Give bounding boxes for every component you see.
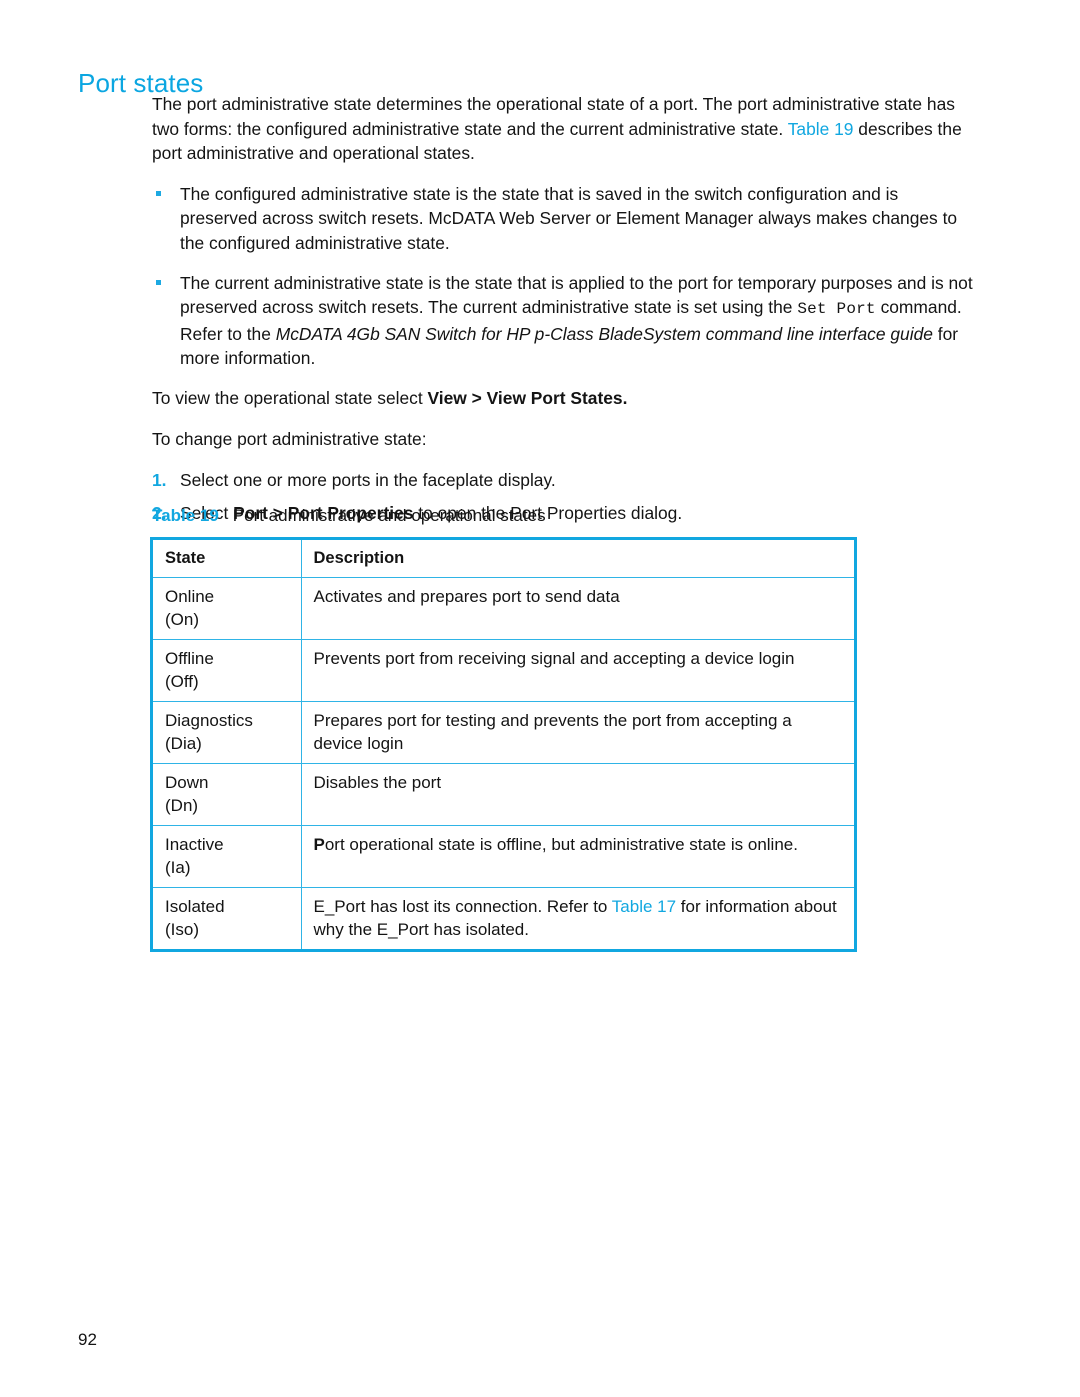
table-caption: Table 19 Port administrative and operatio… (152, 506, 546, 526)
list-item: 1. Select one or more ports in the facep… (152, 467, 980, 494)
intro-paragraph: The port administrative state determines… (152, 92, 980, 166)
port-states-table-wrapper: State Description Online (On) Activates … (150, 537, 857, 952)
cell-state: Down (Dn) (153, 763, 302, 826)
cell-state: Diagnostics (Dia) (153, 701, 302, 764)
set-port-command-code: Set Port (797, 300, 876, 319)
table-19-reference-link[interactable]: Table 19 (788, 119, 854, 139)
change-state-intro: To change port administrative state: (152, 428, 427, 449)
bullet-icon (156, 190, 161, 196)
table-17-reference-link[interactable]: Table 17 (612, 897, 676, 916)
table-row: Offline (Off) Prevents port from receivi… (153, 639, 854, 702)
table-header-row: State Description (153, 540, 854, 578)
view-state-instruction: To view the operational state select Vie… (152, 386, 980, 411)
document-page: Port states The port administrative stat… (0, 0, 1080, 1397)
cell-state: Isolated (Iso) (153, 887, 302, 949)
cell-description: E_Port has lost its connection. Refer to… (301, 888, 854, 950)
bullet-icon (156, 279, 161, 285)
cell-first-letter: P (313, 835, 325, 854)
cell-description: Port operational state is offline, but a… (301, 825, 854, 888)
cell-state: Inactive (Ia) (153, 825, 302, 888)
view-menu-path: View > View Port States. (427, 387, 628, 408)
table-row: Online (On) Activates and prepares port … (153, 577, 854, 640)
table-row: Isolated (Iso) E_Port has lost its conne… (153, 887, 854, 950)
admin-state-bullet-list: The configured administrative state is t… (152, 182, 980, 371)
page-number: 92 (78, 1330, 97, 1349)
port-states-table: State Description Online (On) Activates … (153, 540, 854, 949)
table-row: Down (Dn) Disables the port (153, 763, 854, 826)
table-caption-label: Table 19 (152, 506, 219, 525)
table-row: Diagnostics (Dia) Prepares port for test… (153, 701, 854, 764)
cell-description-rest: ort operational state is offline, but ad… (324, 835, 798, 854)
table-row: Inactive (Ia) Port operational state is … (153, 825, 854, 888)
table-caption-text: Port administrative and operational stat… (232, 506, 546, 525)
cell-description: Prepares port for testing and prevents t… (301, 701, 854, 764)
column-header-state: State (153, 540, 302, 578)
bullet-text: The configured administrative state is t… (180, 183, 958, 253)
view-state-text: To view the operational state select (152, 387, 428, 408)
list-item: The configured administrative state is t… (152, 182, 980, 256)
step-number: 1. (152, 470, 167, 491)
cell-desc-part1: E_Port has lost its connection. Refer to (313, 897, 612, 916)
cell-state: Offline (Off) (153, 639, 302, 702)
list-item: The current administrative state is the … (152, 271, 980, 371)
column-header-description: Description (301, 540, 854, 578)
cell-description: Disables the port (301, 763, 854, 826)
guide-title-italic: McDATA 4Gb SAN Switch for HP p-Class Bla… (275, 323, 933, 344)
cell-state: Online (On) (153, 577, 302, 640)
cell-description: Prevents port from receiving signal and … (301, 639, 854, 702)
step-text-part1: Select one or more ports in the faceplat… (180, 470, 556, 491)
cell-description: Activates and prepares port to send data (301, 577, 854, 640)
